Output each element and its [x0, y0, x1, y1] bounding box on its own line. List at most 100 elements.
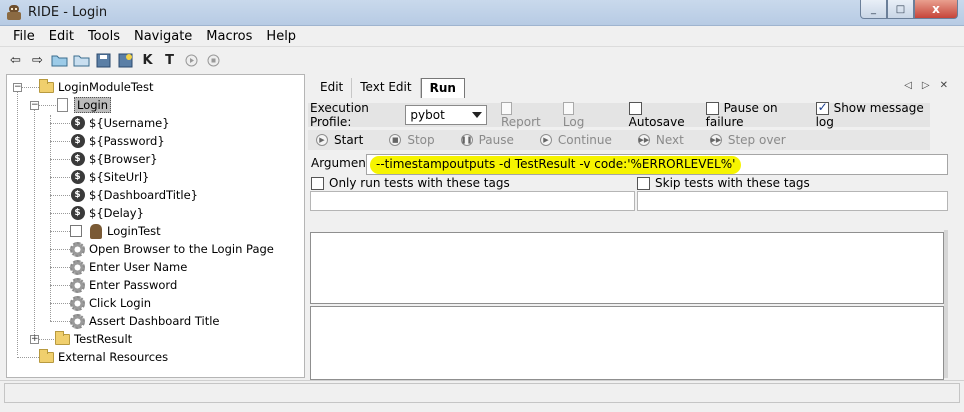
- variable-icon: $: [70, 170, 85, 185]
- tree-item-keyword[interactable]: Enter Password: [70, 276, 177, 294]
- variable-icon: $: [70, 152, 85, 167]
- stop-icon: ■: [389, 134, 402, 146]
- tree-item-keyword[interactable]: Open Browser to the Login Page: [70, 240, 274, 258]
- execution-profile-select[interactable]: pybot: [405, 105, 487, 125]
- collapse-login-toggle[interactable]: −: [30, 101, 39, 110]
- stop-icon[interactable]: [204, 51, 223, 70]
- tree-item-login[interactable]: Login: [55, 96, 112, 114]
- play-icon: ▶: [539, 134, 552, 146]
- tree-item-variable[interactable]: $ ${Username}: [70, 114, 170, 132]
- menu-file[interactable]: File: [6, 29, 42, 44]
- gear-icon: [70, 259, 85, 275]
- vertical-scrollbar[interactable]: [944, 230, 948, 378]
- arguments-value: --timestampoutputs -d TestResult -v code…: [370, 156, 742, 174]
- editor-tabs: Edit Text Edit Run: [312, 78, 465, 98]
- gear-icon: [70, 295, 85, 311]
- tab-prev-icon[interactable]: ◁: [904, 80, 912, 91]
- menu-edit[interactable]: Edit: [42, 29, 81, 44]
- tab-next-icon[interactable]: ▷: [922, 80, 930, 91]
- gear-icon: [70, 313, 85, 329]
- folder-icon: [39, 78, 54, 95]
- next-button[interactable]: ▶▶ Next: [637, 133, 684, 147]
- menu-navigate[interactable]: Navigate: [127, 29, 199, 44]
- tree-item-keyword[interactable]: Assert Dashboard Title: [70, 312, 220, 330]
- save-all-icon[interactable]: [116, 51, 135, 70]
- window-title: RIDE - Login: [28, 5, 108, 20]
- fast-forward-icon: ▶▶: [637, 134, 650, 146]
- pause-icon: ❚❚: [460, 134, 473, 146]
- tree-item-keyword[interactable]: Click Login: [70, 294, 151, 312]
- tree-item-suite[interactable]: LoginModuleTest: [39, 78, 154, 96]
- exclude-tags-input[interactable]: [637, 191, 948, 211]
- tree-item-variable[interactable]: $ ${SiteUrl}: [70, 168, 149, 186]
- menu-tools[interactable]: Tools: [81, 29, 127, 44]
- open-folder-icon: [39, 348, 54, 365]
- autosave-checkbox[interactable]: Autosave: [628, 101, 694, 129]
- continue-button[interactable]: ▶ Continue: [539, 133, 612, 147]
- tab-edit[interactable]: Edit: [312, 78, 353, 98]
- fast-forward-icon: ▶▶: [709, 134, 722, 146]
- tree-item-keyword[interactable]: Enter User Name: [70, 258, 187, 276]
- close-button[interactable]: x: [914, 0, 958, 19]
- tree-item-testresult[interactable]: TestResult: [55, 330, 132, 348]
- keyword-search-icon[interactable]: K: [138, 51, 157, 70]
- document-icon: [500, 102, 512, 115]
- execution-profile-label: Execution Profile:: [310, 101, 369, 129]
- save-icon[interactable]: [94, 51, 113, 70]
- tab-text-edit[interactable]: Text Edit: [352, 78, 421, 98]
- tab-close-icon[interactable]: ✕: [940, 80, 948, 91]
- chevron-down-icon: [471, 112, 482, 118]
- step-over-button[interactable]: ▶▶ Step over: [709, 133, 786, 147]
- gear-icon: [70, 241, 85, 257]
- gear-icon: [70, 277, 85, 293]
- tree-item-variable[interactable]: $ ${Delay}: [70, 204, 144, 222]
- variable-icon: $: [70, 116, 85, 131]
- tab-controls: ◁ ▷ ✕: [904, 80, 948, 91]
- back-arrow-icon[interactable]: ⇦: [6, 51, 25, 70]
- testcase-checkbox[interactable]: [70, 225, 82, 237]
- collapse-suite-toggle[interactable]: −: [13, 83, 22, 92]
- tree-item-variable[interactable]: $ ${Password}: [70, 132, 165, 150]
- ride-robot-icon: [7, 5, 21, 20]
- status-field: [4, 383, 960, 403]
- pause-on-failure-checkbox[interactable]: Pause on failure: [705, 101, 806, 129]
- test-tree: − − + LoginModuleTest Login $ ${Username…: [6, 74, 305, 378]
- stop-button[interactable]: ■ Stop: [389, 133, 435, 147]
- robot-icon: [88, 223, 103, 239]
- status-bar: [0, 380, 964, 412]
- open-folder-icon: [55, 330, 70, 347]
- test-search-icon[interactable]: T: [160, 51, 179, 70]
- variable-icon: $: [70, 134, 85, 149]
- tab-run[interactable]: Run: [420, 78, 465, 98]
- pause-button[interactable]: ❚❚ Pause: [460, 133, 514, 147]
- run-options-bar: Execution Profile: pybot Report Log Auto…: [308, 100, 930, 129]
- tree-item-testcase[interactable]: LoginTest: [70, 222, 161, 240]
- include-tags-input[interactable]: [310, 191, 635, 211]
- expand-testresult-toggle[interactable]: +: [30, 335, 39, 344]
- folder-icon[interactable]: [72, 51, 91, 70]
- only-run-tags-checkbox[interactable]: Only run tests with these tags: [311, 176, 510, 190]
- run-icon[interactable]: [182, 51, 201, 70]
- message-log-output[interactable]: [310, 306, 944, 380]
- title-bar: RIDE - Login _ □ x: [0, 0, 964, 26]
- menu-help[interactable]: Help: [259, 29, 303, 44]
- start-button[interactable]: ▶ Start: [316, 133, 363, 147]
- console-output[interactable]: [310, 232, 944, 304]
- file-icon: [55, 98, 70, 113]
- report-button[interactable]: Report: [500, 101, 551, 129]
- log-button[interactable]: Log: [562, 101, 597, 129]
- arguments-input[interactable]: --timestampoutputs -d TestResult -v code…: [366, 154, 948, 175]
- variable-icon: $: [70, 206, 85, 221]
- show-message-log-checkbox[interactable]: Show message log: [815, 100, 930, 129]
- tree-item-external-resources[interactable]: External Resources: [39, 348, 168, 366]
- tree-item-variable[interactable]: $ ${Browser}: [70, 150, 158, 168]
- tree-item-variable[interactable]: $ ${DashboardTitle}: [70, 186, 198, 204]
- forward-arrow-icon[interactable]: ⇨: [28, 51, 47, 70]
- skip-tags-checkbox[interactable]: Skip tests with these tags: [637, 176, 810, 190]
- menu-bar: File Edit Tools Navigate Macros Help: [0, 26, 964, 47]
- play-icon: ▶: [316, 134, 328, 146]
- minimize-button[interactable]: _: [860, 0, 887, 19]
- maximize-button[interactable]: □: [887, 0, 914, 19]
- menu-macros[interactable]: Macros: [199, 29, 259, 44]
- open-folder-icon[interactable]: [50, 51, 69, 70]
